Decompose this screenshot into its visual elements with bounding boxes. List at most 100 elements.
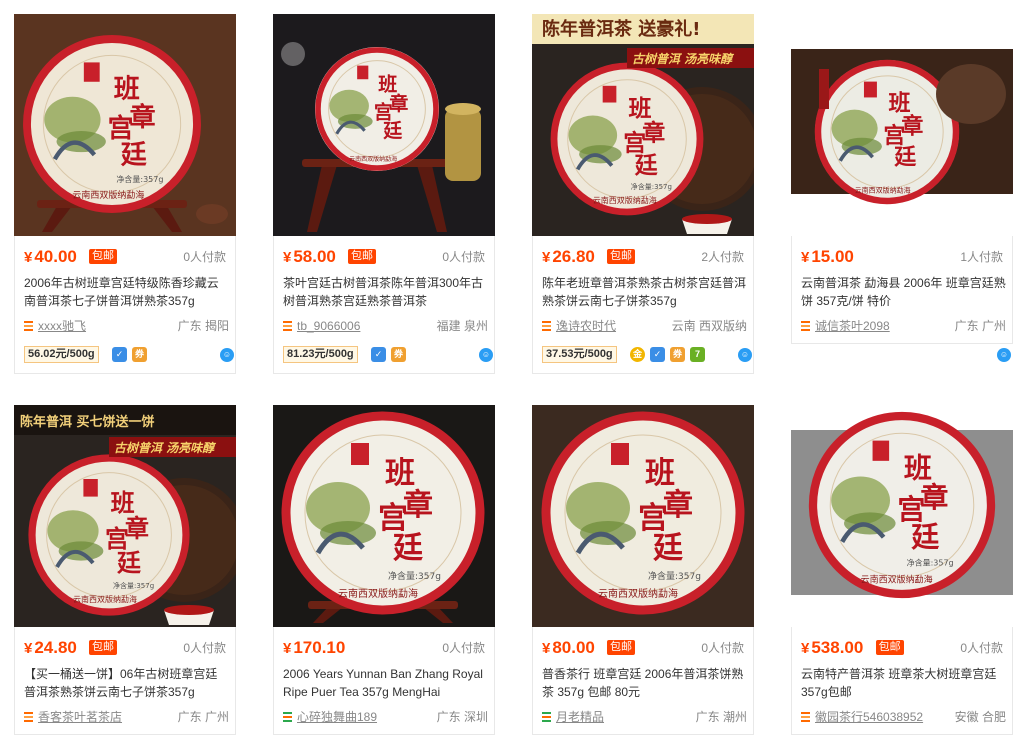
shop-icon xyxy=(283,712,292,722)
svg-text:班: 班 xyxy=(645,456,675,491)
svg-text:云南西双版纳勐海: 云南西双版纳勐海 xyxy=(349,155,397,163)
svg-text:云南西双版纳勐海: 云南西双版纳勐海 xyxy=(598,587,678,600)
product-image-wrapper[interactable]: 班章宫廷净含量:357g 云南西双版纳勐海 陈年普洱 买七饼送一饼 古树普洱 汤亮味醇 xyxy=(14,405,236,627)
svg-text:廷: 廷 xyxy=(382,120,403,142)
product-image-wrapper[interactable]: 班章宫廷净含量:357g 云南西双版纳勐海 xyxy=(791,405,1013,627)
payment-count: 2人付款 xyxy=(701,250,744,264)
product-price: ¥58.00 xyxy=(283,246,336,269)
product-card[interactable]: 班章宫廷云南西双版纳勐海 ¥58.00 包邮 0人付款 茶叶宫廷古树普洱茶陈年普洱300… xyxy=(273,14,495,374)
gold-medal-icon[interactable]: 金 xyxy=(630,347,645,362)
currency-symbol: ¥ xyxy=(283,249,292,266)
shield-icon[interactable]: ✓ xyxy=(371,347,386,362)
coupon-icon[interactable]: 券 xyxy=(391,347,406,362)
product-price: ¥26.80 xyxy=(542,246,595,269)
shield-icon[interactable]: ✓ xyxy=(112,347,127,362)
product-image[interactable]: 班章宫廷净含量:357g云南西双版纳勐海陈年普洱 买七饼送一饼古树普洱 汤亮味醇 xyxy=(14,405,236,627)
product-image[interactable]: 班章宫廷净含量:357g云南西双版纳勐海陈年普洱茶 送豪礼!古树普洱 汤亮味醇 xyxy=(532,14,754,236)
shop-name-link[interactable]: 香客茶叶茗茶店 xyxy=(38,708,122,726)
product-image-wrapper[interactable]: 班章宫廷净含量:357g 云南西双版纳勐海 xyxy=(14,14,236,236)
product-title-link[interactable]: 云南普洱茶 勐海县 2006年 班章宫廷熟饼 357克/饼 特价 xyxy=(801,274,1006,310)
product-image[interactable]: 班章宫廷云南西双版纳勐海 xyxy=(791,14,1013,236)
svg-text:班: 班 xyxy=(114,75,140,105)
shop-name-link[interactable]: 逸诗农时代 xyxy=(556,317,616,335)
coupon-icon[interactable]: 券 xyxy=(670,347,685,362)
shop-name-link[interactable]: tb_9066006 xyxy=(297,317,360,335)
price-value: 24.80 xyxy=(34,638,77,657)
product-card[interactable]: 班章宫廷云南西双版纳勐海 ¥15.00 1人付款云南普洱茶 勐海县 2006年 班章… xyxy=(791,14,1013,362)
svg-text:廷: 廷 xyxy=(116,548,142,577)
unit-price-tag: 56.02元/500g xyxy=(24,346,99,363)
product-title-link[interactable]: 2006 Years Yunnan Ban Zhang Royal Ripe P… xyxy=(283,665,488,701)
product-title-link[interactable]: 普香茶行 班章宫廷 2006年普洱茶饼熟茶 357g 包邮 80元 xyxy=(542,665,747,701)
shop-icon xyxy=(801,321,810,331)
price-row: ¥170.10 0人付款 xyxy=(283,637,485,659)
product-card[interactable]: 班章宫廷净含量:357g 云南西双版纳勐海 ¥538.00 包邮 0人付款 云南特产普洱茶… xyxy=(791,405,1013,735)
wangwang-chat-icon[interactable]: ☺ xyxy=(738,348,752,362)
product-card[interactable]: 班章宫廷净含量:357g 云南西双版纳勐海 陈年普洱 买七饼送一饼 古树普洱 汤亮味醇… xyxy=(14,405,236,735)
product-price: ¥24.80 xyxy=(24,637,77,660)
product-price: ¥80.00 xyxy=(542,637,595,660)
wangwang-chat-icon[interactable]: ☺ xyxy=(997,348,1011,362)
product-image-wrapper[interactable]: 班章宫廷云南西双版纳勐海 xyxy=(273,14,495,236)
wangwang-chat-icon[interactable]: ☺ xyxy=(220,348,234,362)
svg-text:廷: 廷 xyxy=(911,520,939,553)
product-title-link[interactable]: 陈年老班章普洱茶熟茶古树茶宫廷普洱熟茶饼云南七子饼茶357g xyxy=(542,274,747,310)
shop-name-link[interactable]: 徽园茶行546038952 xyxy=(815,708,923,726)
shop-location: 安徽 合肥 xyxy=(954,710,1006,724)
shop-name-link[interactable]: xxxx驰飞 xyxy=(38,317,86,335)
svg-text:净含量:357g: 净含量:357g xyxy=(388,570,441,582)
svg-text:古树普洱 汤亮味醇: 古树普洱 汤亮味醇 xyxy=(114,441,217,455)
product-card[interactable]: 班章宫廷净含量:357g 云南西双版纳勐海 陈年普洱茶 送豪礼! 古树普洱 汤亮味醇 ¥… xyxy=(532,14,754,374)
coupon-icon[interactable]: 券 xyxy=(132,347,147,362)
product-card[interactable]: 班章宫廷净含量:357g 云南西双版纳勐海 ¥80.00 包邮 0人付款普香茶行 班章宫… xyxy=(532,405,754,735)
shield-icon[interactable]: ✓ xyxy=(650,347,665,362)
price-value: 80.00 xyxy=(552,638,595,657)
price-row: ¥15.00 1人付款 xyxy=(801,246,1003,268)
currency-symbol: ¥ xyxy=(801,640,810,657)
product-image-wrapper[interactable]: 班章宫廷净含量:357g 云南西双版纳勐海 xyxy=(532,405,754,627)
product-image[interactable]: 班章宫廷净含量:357g云南西双版纳勐海 xyxy=(791,405,1013,627)
seven-day-return-icon[interactable]: 7 xyxy=(690,347,705,362)
svg-text:云南西双版纳勐海: 云南西双版纳勐海 xyxy=(855,185,911,194)
free-shipping-badge: 包邮 xyxy=(89,249,117,264)
svg-text:班: 班 xyxy=(904,451,932,484)
shop-row: 香客茶叶茗茶店 广东 广州 xyxy=(24,708,229,726)
product-image[interactable]: 班章宫廷净含量:357g云南西双版纳勐海 xyxy=(14,14,236,236)
product-image[interactable]: 班章宫廷云南西双版纳勐海 xyxy=(273,14,495,236)
svg-text:班: 班 xyxy=(385,456,415,491)
free-shipping-badge: 包邮 xyxy=(607,249,635,264)
svg-text:廷: 廷 xyxy=(120,141,148,171)
price-value: 15.00 xyxy=(811,247,854,266)
shop-name-link[interactable]: 诚信茶叶2098 xyxy=(815,317,890,335)
currency-symbol: ¥ xyxy=(24,249,33,266)
service-badges: 56.02元/500g ✓ 券 ☺ xyxy=(24,346,234,364)
price-row: ¥24.80 包邮 0人付款 xyxy=(24,637,226,659)
product-title-link[interactable]: 云南特产普洱茶 班章茶大树班章宫廷357g包邮 xyxy=(801,665,1006,701)
product-image[interactable]: 班章宫廷净含量:357g云南西双版纳勐海 xyxy=(273,405,495,627)
product-image-wrapper[interactable]: 班章宫廷云南西双版纳勐海 xyxy=(791,14,1013,236)
product-image[interactable]: 班章宫廷净含量:357g云南西双版纳勐海 xyxy=(532,405,754,627)
shop-name-link[interactable]: 心碎独舞曲189 xyxy=(297,708,377,726)
payment-count: 0人付款 xyxy=(183,250,226,264)
price-value: 58.00 xyxy=(293,247,336,266)
product-image-wrapper[interactable]: 班章宫廷净含量:357g 云南西双版纳勐海 陈年普洱茶 送豪礼! 古树普洱 汤亮味醇 xyxy=(532,14,754,236)
price-row: ¥80.00 包邮 0人付款 xyxy=(542,637,744,659)
free-shipping-badge: 包邮 xyxy=(348,249,376,264)
svg-text:云南西双版纳勐海: 云南西双版纳勐海 xyxy=(593,195,657,205)
svg-text:云南西双版纳勐海: 云南西双版纳勐海 xyxy=(72,189,144,201)
product-title-link[interactable]: 【买一桶送一饼】06年古树班章宫廷普洱茶熟茶饼云南七子饼茶357g xyxy=(24,665,229,701)
shop-icon xyxy=(801,712,810,722)
product-title-link[interactable]: 2006年古树班章宫廷特级陈香珍藏云南普洱茶七子饼普洱饼熟茶357g xyxy=(24,274,229,310)
payment-count: 0人付款 xyxy=(960,641,1003,655)
svg-text:云南西双版纳勐海: 云南西双版纳勐海 xyxy=(338,587,418,600)
product-card[interactable]: 班章宫廷净含量:357g 云南西双版纳勐海 ¥40.00 包邮 0人付款 2006年古树班… xyxy=(14,14,236,374)
wangwang-chat-icon[interactable]: ☺ xyxy=(479,348,493,362)
shop-location: 云南 西双版纳 xyxy=(671,319,747,333)
product-image-wrapper[interactable]: 班章宫廷净含量:357g 云南西双版纳勐海 xyxy=(273,405,495,627)
shop-row: 诚信茶叶2098 广东 广州 xyxy=(801,317,1006,335)
svg-text:廷: 廷 xyxy=(653,531,683,566)
product-title-link[interactable]: 茶叶宫廷古树普洱茶陈年普洱300年古树普洱熟茶宫廷熟茶普洱茶 xyxy=(283,274,488,310)
product-card[interactable]: 班章宫廷净含量:357g 云南西双版纳勐海 ¥170.10 0人付款 2006 Year… xyxy=(273,405,495,735)
shop-name-link[interactable]: 月老精品 xyxy=(556,708,604,726)
svg-text:宫: 宫 xyxy=(108,113,134,144)
